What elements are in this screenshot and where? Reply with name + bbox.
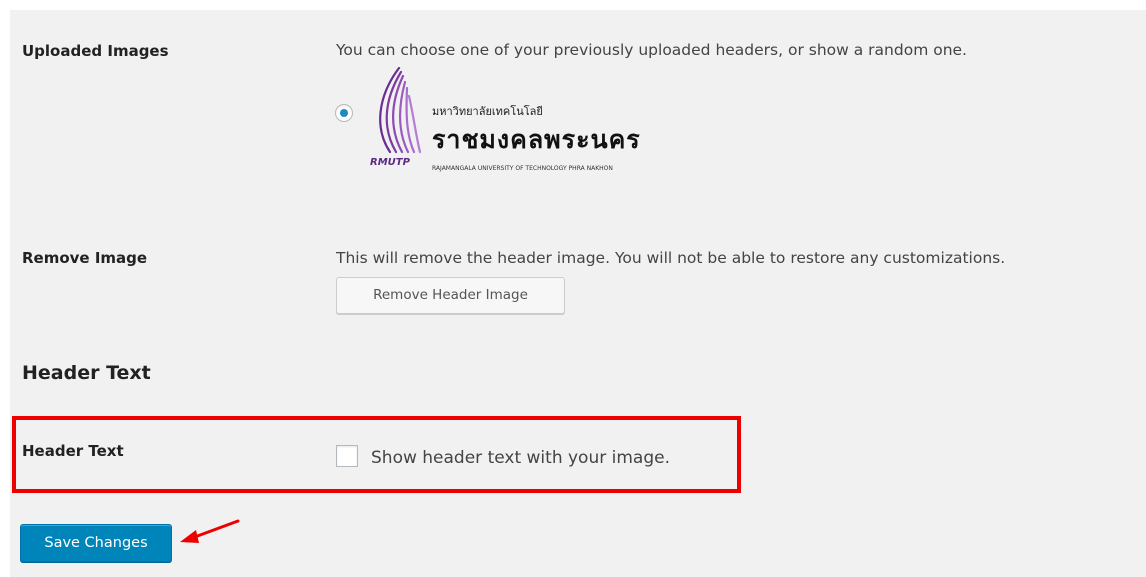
- show-header-text-label[interactable]: Show header text with your image.: [371, 448, 670, 468]
- remove-image-description: This will remove the header image. You w…: [336, 249, 1006, 267]
- flame-logo-icon: [379, 66, 422, 154]
- remove-header-image-button[interactable]: Remove Header Image: [336, 277, 565, 314]
- logo-thai-small-text: มหาวิทยาลัยเทคโนโลยี: [432, 105, 543, 118]
- annotation-arrow-icon: [180, 519, 240, 543]
- show-header-text-checkbox[interactable]: [336, 445, 358, 467]
- logo-brand-text: RMUTP: [370, 157, 410, 168]
- header-text-section-title: Header Text: [22, 362, 151, 384]
- uploaded-images-description: You can choose one of your previously up…: [336, 41, 967, 59]
- remove-image-label: Remove Image: [22, 249, 148, 267]
- radio-selected-icon: [340, 109, 348, 117]
- header-text-label: Header Text: [22, 442, 124, 460]
- uploaded-header-image[interactable]: RMUTP มหาวิทยาลัยเทคโนโลยี ราชมงคลพระนคร…: [368, 66, 708, 174]
- save-changes-button[interactable]: Save Changes: [20, 524, 172, 562]
- header-image-radio[interactable]: [335, 104, 353, 122]
- logo-english-text: RAJAMANGALA UNIVERSITY OF TECHNOLOGY PHR…: [432, 165, 613, 172]
- uploaded-images-label: Uploaded Images: [22, 42, 169, 60]
- logo-thai-large-text: ราชมงคลพระนคร: [432, 125, 641, 154]
